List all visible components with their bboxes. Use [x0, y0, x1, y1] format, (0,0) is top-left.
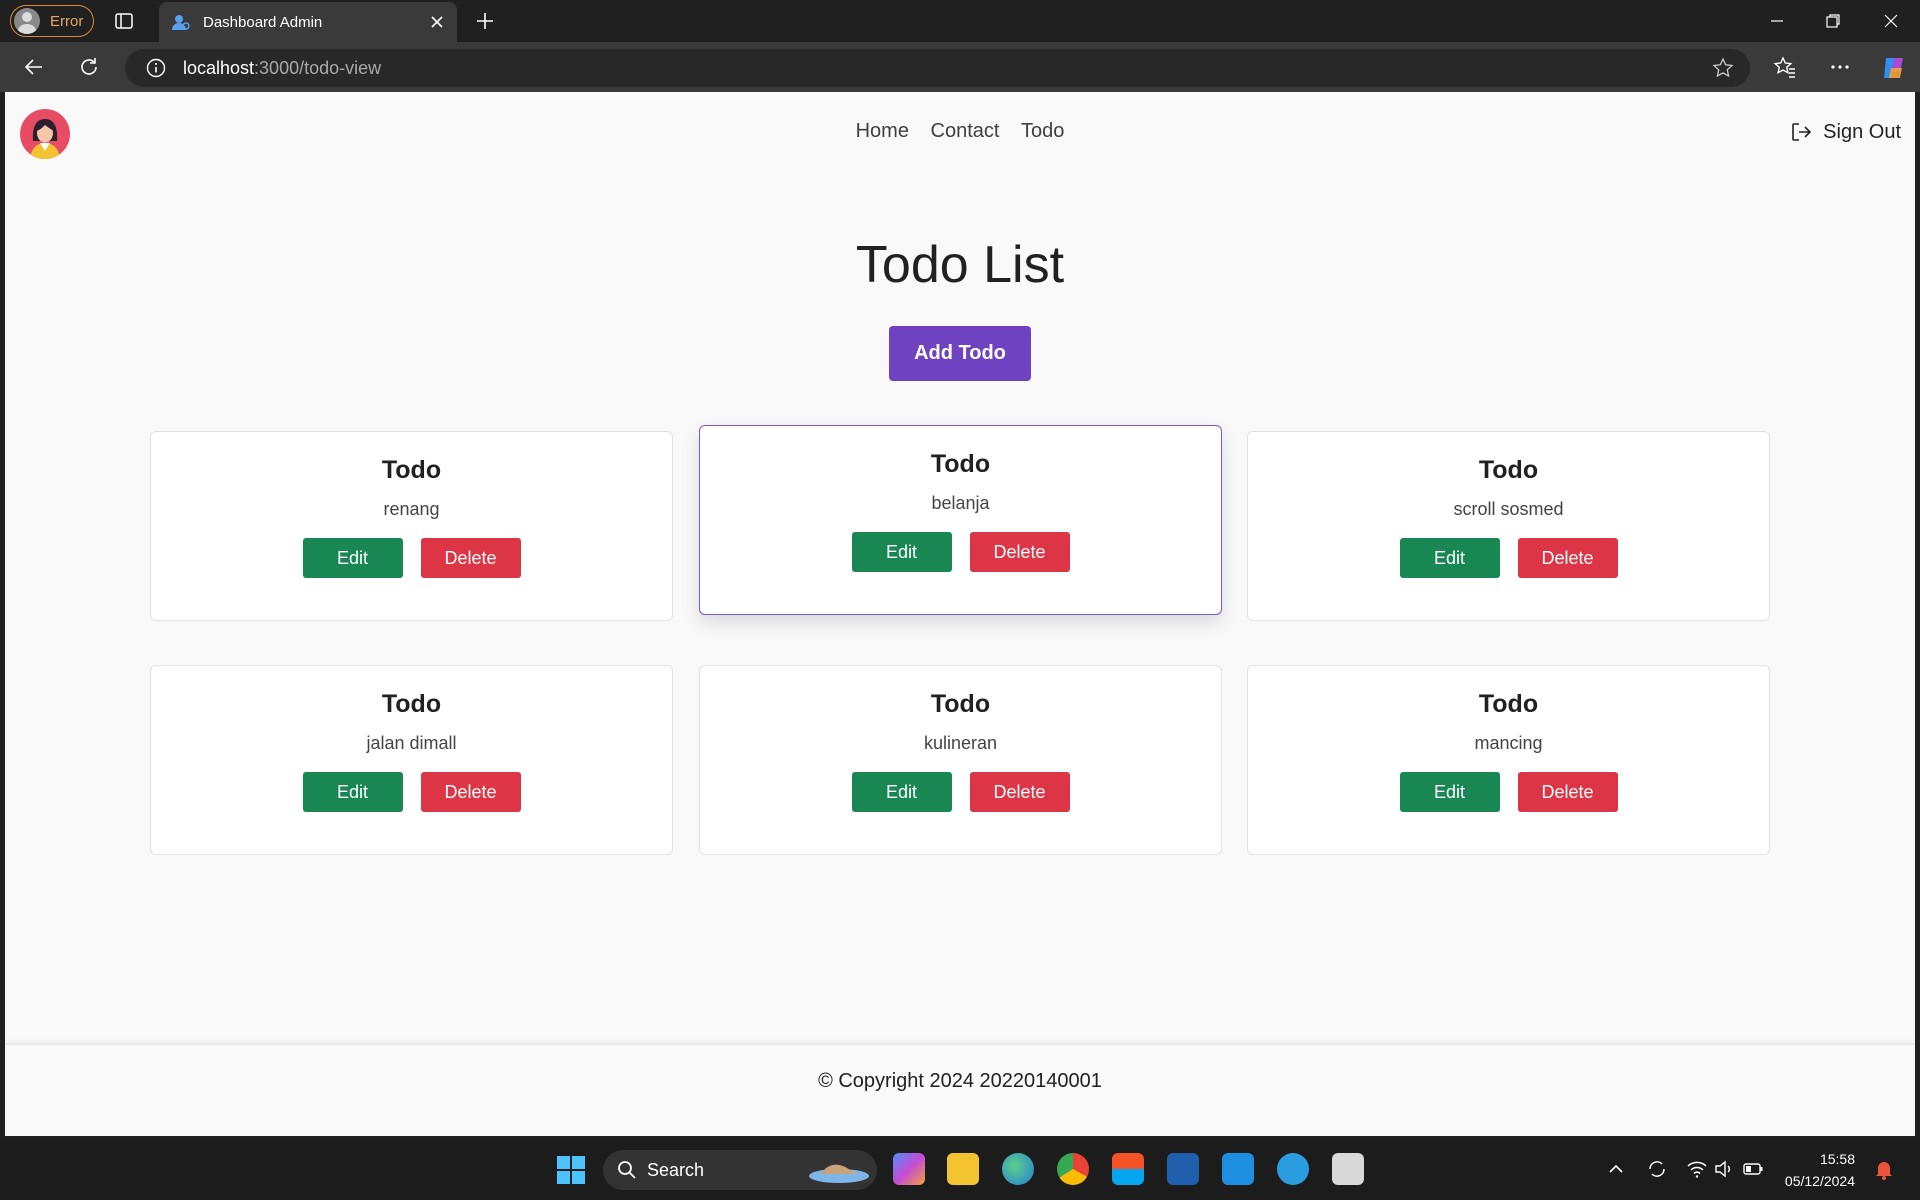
file-explorer-icon[interactable]	[947, 1153, 979, 1185]
chrome-browser-icon[interactable]	[1057, 1153, 1089, 1185]
search-highlight-icon	[809, 1164, 869, 1183]
edit-button[interactable]: Edit	[302, 538, 403, 578]
nav-links: Home Contact Todo	[5, 120, 1915, 143]
web-page: Home Contact Todo Sign Out Todo List Add…	[5, 92, 1915, 1136]
back-icon[interactable]	[22, 55, 46, 79]
notification-bell-icon[interactable]	[1874, 1158, 1894, 1180]
todo-heading: Todo	[930, 690, 991, 718]
profile-avatar-icon	[14, 8, 40, 34]
footer: © Copyright 2024 20220140001	[5, 1043, 1915, 1136]
minimize-icon[interactable]	[1766, 10, 1788, 32]
todo-card: Todo jalan dimall Edit Delete	[150, 665, 673, 855]
search-label: Search	[647, 1159, 705, 1180]
refresh-icon[interactable]	[77, 55, 101, 79]
copilot-icon[interactable]	[1880, 54, 1908, 82]
taskbar-search[interactable]: Search	[603, 1150, 877, 1190]
todo-card: Todo renang Edit Delete	[150, 431, 673, 621]
todo-heading: Todo	[1478, 456, 1539, 484]
copyright-text: © Copyright 2024 20220140001	[818, 1070, 1102, 1092]
url-host: localhost	[183, 57, 255, 78]
tab-actions-icon[interactable]	[114, 11, 134, 31]
url-path: :3000/todo-view	[254, 57, 382, 78]
vscode-icon[interactable]	[1222, 1153, 1254, 1185]
edit-button[interactable]: Edit	[1399, 538, 1500, 578]
delete-button[interactable]: Delete	[969, 772, 1070, 812]
sync-icon[interactable]	[1646, 1158, 1668, 1180]
favorites-icon[interactable]	[1773, 55, 1797, 79]
clock-date: 05/12/2024	[1784, 1173, 1855, 1189]
copilot-app-icon[interactable]	[893, 1153, 925, 1185]
todo-text: kulineran	[923, 733, 998, 753]
clock-time: 15:58	[1819, 1151, 1855, 1167]
close-tab-icon[interactable]	[427, 12, 447, 32]
wifi-icon[interactable]	[1686, 1158, 1708, 1180]
add-todo-button[interactable]: Add Todo	[889, 326, 1031, 381]
page-title: Todo List	[855, 236, 1065, 294]
edge-browser-icon[interactable]	[1002, 1153, 1034, 1185]
tab-favicon-icon	[172, 15, 190, 30]
security-app-icon[interactable]	[1167, 1153, 1199, 1185]
todo-text: belanja	[931, 493, 990, 513]
todo-card: Todo kulineran Edit Delete	[699, 665, 1222, 855]
todo-text: scroll sosmed	[1453, 499, 1564, 519]
profile-button[interactable]: Error	[10, 5, 94, 37]
nav-link-home[interactable]: Home	[856, 120, 909, 142]
todo-heading: Todo	[1478, 690, 1539, 718]
url-text: localhost:3000/todo-view	[183, 58, 381, 79]
database-app-icon[interactable]	[1277, 1153, 1309, 1185]
delete-button[interactable]: Delete	[1517, 772, 1618, 812]
new-tab-icon[interactable]	[474, 10, 496, 32]
taskbar: Search 15:58 05/12/2024	[0, 1140, 1920, 1200]
todo-heading: Todo	[381, 456, 442, 484]
sign-out-label: Sign Out	[1823, 120, 1901, 143]
todo-text: renang	[383, 499, 440, 519]
sign-out-icon	[1792, 123, 1812, 141]
profile-label: Error	[50, 12, 84, 30]
todo-text: jalan dimall	[366, 733, 457, 753]
tab-dashboard-admin[interactable]: Dashboard Admin	[159, 2, 457, 42]
delete-button[interactable]: Delete	[1517, 538, 1618, 578]
todo-card: Todo scroll sosmed Edit Delete	[1247, 431, 1770, 621]
navbar: Home Contact Todo Sign Out	[5, 92, 1915, 176]
delete-button[interactable]: Delete	[420, 772, 521, 812]
todo-heading: Todo	[381, 690, 442, 718]
battery-icon[interactable]	[1742, 1158, 1764, 1180]
delete-button[interactable]: Delete	[969, 532, 1070, 572]
search-icon	[618, 1161, 636, 1179]
sign-out-button[interactable]: Sign Out	[1789, 120, 1901, 144]
todo-card: Todo mancing Edit Delete	[1247, 665, 1770, 855]
edit-button[interactable]: Edit	[302, 772, 403, 812]
edit-button[interactable]: Edit	[851, 772, 952, 812]
tab-title: Dashboard Admin	[203, 13, 323, 31]
show-hidden-icons-icon[interactable]	[1607, 1160, 1625, 1178]
restore-icon[interactable]	[1822, 10, 1844, 32]
volume-icon[interactable]	[1713, 1158, 1735, 1180]
todo-card: Todo belanja Edit Delete	[699, 425, 1222, 615]
nav-link-todo[interactable]: Todo	[1021, 120, 1064, 142]
favorite-star-icon[interactable]	[1712, 57, 1734, 79]
system-clock[interactable]: 15:58 05/12/2024	[1785, 1148, 1855, 1192]
microsoft-store-icon[interactable]	[1112, 1153, 1144, 1185]
more-options-icon[interactable]	[1828, 55, 1852, 79]
close-window-icon[interactable]	[1880, 10, 1902, 32]
snipping-tool-icon[interactable]	[1332, 1153, 1364, 1185]
delete-button[interactable]: Delete	[420, 538, 521, 578]
start-windows-icon[interactable]	[555, 1154, 587, 1186]
edit-button[interactable]: Edit	[1399, 772, 1500, 812]
todo-heading: Todo	[930, 450, 991, 478]
nav-link-contact[interactable]: Contact	[931, 120, 1000, 142]
address-bar[interactable]: localhost:3000/todo-view	[125, 49, 1750, 87]
site-info-icon[interactable]	[145, 57, 167, 79]
browser-titlebar: Error Dashboard Admin	[0, 0, 1920, 42]
edit-button[interactable]: Edit	[851, 532, 952, 572]
todo-text: mancing	[1474, 733, 1543, 753]
